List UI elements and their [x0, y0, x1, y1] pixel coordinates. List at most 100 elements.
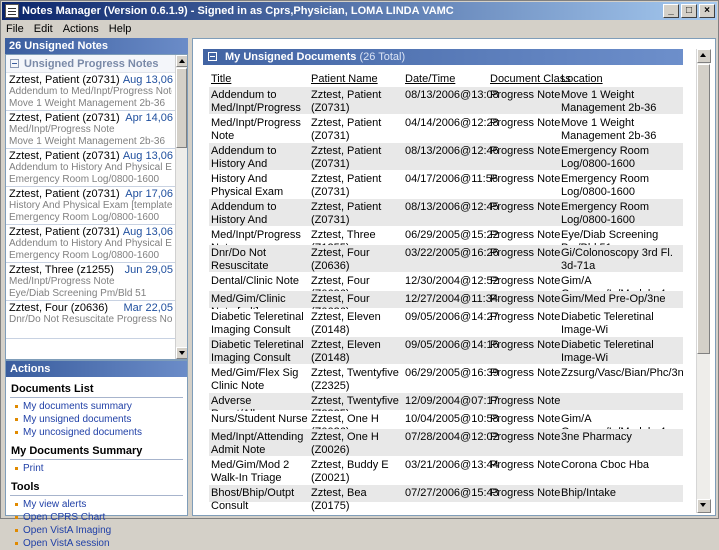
note-title: Addendum to Med/Inpt/Progress Note — [9, 86, 172, 97]
table-row[interactable]: Dental/Clinic NoteZztest, Four (Z0636)12… — [209, 273, 683, 300]
documents-pane: My Unsigned Documents (26 Total) Title P… — [192, 38, 716, 516]
scroll-down-icon[interactable] — [176, 347, 187, 359]
note-date: Apr 14,06 — [125, 112, 173, 124]
note-title: Med/Inpt/Progress Note — [9, 276, 115, 287]
cell-datetime: 07/28/2004@12:02 — [405, 431, 499, 443]
scroll-thumb[interactable] — [176, 68, 187, 148]
maximize-button[interactable]: □ — [681, 4, 697, 18]
group-header[interactable]: Unsigned Progress Notes — [6, 55, 187, 73]
cell-class: Progress Note — [490, 201, 561, 213]
table-row[interactable]: Bhost/Bhip/Outpt Consult Zztest, Bea (Z01… — [209, 485, 683, 512]
menu-file[interactable]: File — [6, 23, 24, 35]
action-link[interactable]: Open VistA session — [6, 537, 187, 550]
documents-table: Title Patient Name Date/Time Document Cl… — [203, 65, 683, 513]
table-row[interactable]: Diabetic Teleretinal Imaging Consult Zzte… — [209, 337, 683, 365]
note-location: Emergency Room Log/0800-1600 — [9, 250, 160, 261]
note-date: Aug 13,06 — [122, 226, 173, 238]
note-title: Addendum to History And Physical Exam [t… — [9, 162, 172, 173]
cell-location: Move 1 Weight Management 2b-36 — [561, 117, 657, 142]
col-location-header[interactable]: Location — [561, 73, 603, 85]
cell-datetime: 07/27/2006@15:43 — [405, 487, 499, 499]
col-datetime-header[interactable]: Date/Time — [405, 73, 455, 85]
table-row[interactable]: Addendum to History And Physical Exam [t… — [209, 199, 683, 252]
menu-help[interactable]: Help — [109, 23, 132, 35]
table-body: Addendum to Med/Inpt/Progress NoteZztest… — [209, 87, 683, 512]
cell-title: Med/Gim/Flex Sig Clinic Note — [211, 367, 299, 392]
col-class-header[interactable]: Document Class — [490, 73, 571, 85]
table-row[interactable]: Med/Inpt/Progress Note Zztest, Patient (Z… — [209, 115, 683, 143]
scroll-up-icon[interactable] — [697, 49, 711, 63]
scroll-down-icon[interactable] — [697, 499, 711, 513]
col-patient-header[interactable]: Patient Name — [311, 73, 378, 85]
bullet-icon — [15, 542, 18, 545]
close-button[interactable]: × — [699, 4, 715, 18]
cell-datetime: 03/22/2005@16:26 — [405, 247, 499, 259]
scroll-thumb[interactable] — [697, 64, 710, 354]
list-item[interactable]: Zztest, Patient (z0731) Apr 14,06 Med/Inpt… — [6, 111, 175, 149]
cell-title: Bhost/Bhip/Outpt Consult — [211, 487, 295, 512]
cell-patient: Zztest, Patient (Z0731) — [311, 173, 382, 198]
action-link[interactable]: My unsigned documents — [6, 413, 187, 426]
group-label: Unsigned Progress Notes — [24, 57, 159, 70]
cell-datetime: 04/17/2006@11:56 — [405, 173, 498, 185]
notes-scrollbar[interactable] — [175, 55, 187, 359]
scroll-up-icon[interactable] — [176, 55, 187, 67]
list-item[interactable]: Zztest, Patient (z0731) Aug 13,06 Addendum… — [6, 73, 175, 111]
table-row[interactable]: Diabetic Teleretinal Imaging Consult Zzte… — [209, 309, 683, 337]
list-item[interactable]: Zztest, Three (z1255) Jun 29,05 Med/Inpt/P… — [6, 263, 175, 301]
actions-header: Actions — [6, 361, 187, 377]
section-divider — [10, 397, 183, 398]
title-bar[interactable]: Notes Manager (Version 0.6.1.9) - Signed… — [2, 2, 717, 20]
list-item[interactable]: Zztest, Patient (z0731) Apr 17,06 History … — [6, 187, 175, 225]
collapse-icon[interactable] — [208, 52, 217, 61]
table-row[interactable]: History And Physical Exam [template]Zzte… — [209, 171, 683, 211]
cell-datetime: 09/05/2006@14:27 — [405, 311, 499, 323]
col-title-header[interactable]: Title — [211, 73, 231, 85]
action-link[interactable]: Open CPRS Chart — [6, 511, 187, 524]
action-link[interactable]: My documents summary — [6, 400, 187, 413]
cell-class: Progress Note — [490, 395, 561, 407]
cell-location: Emergency Room Log/0800-1600 — [561, 145, 650, 170]
action-link[interactable]: Open VistA Imaging — [6, 524, 187, 537]
cell-title: Nurs/Student Nurse — [211, 413, 308, 425]
table-row[interactable]: Addendum to Med/Inpt/Progress NoteZztest… — [209, 87, 683, 127]
table-row[interactable]: Adverse React/AllergyZztest, Twentyfive … — [209, 393, 683, 420]
action-link[interactable]: My view alerts — [6, 498, 187, 511]
table-row[interactable]: Addendum to History And Physical Exam [t… — [209, 143, 683, 196]
note-title: Dnr/Do Not Resuscitate Progress Note — [9, 314, 172, 325]
table-row[interactable]: Med/Gim/Clinic Note [pdt]Zztest, Four (Z… — [209, 291, 683, 318]
action-link[interactable]: My uncosigned documents — [6, 426, 187, 439]
table-header: Title Patient Name Date/Time Document Cl… — [209, 73, 683, 87]
documents-scrollbar[interactable] — [696, 49, 711, 513]
cell-class: Progress Note — [490, 89, 561, 101]
cell-title: Med/Inpt/Attending Admit Note — [211, 431, 304, 456]
cell-location: Zzsurg/Vasc/Bian/Phc/3nw — [561, 367, 683, 379]
list-item[interactable]: Zztest, Patient (z0731) Aug 13,06 Addendum… — [6, 225, 175, 263]
table-row[interactable]: Dnr/Do Not Resuscitate Progress NoteZzte… — [209, 245, 683, 285]
cell-title: Diabetic Teleretinal Imaging Consult — [211, 311, 304, 336]
table-row[interactable]: Med/Inpt/Attending Admit Note Zztest, One… — [209, 429, 683, 457]
menu-edit[interactable]: Edit — [34, 23, 53, 35]
note-location: Eye/Diab Screening Pm/Bld 51 — [9, 288, 147, 299]
unsigned-notes-list: Unsigned Progress Notes Zztest, Patient … — [5, 54, 188, 360]
section-title: Tools — [11, 481, 40, 493]
table-row[interactable]: Med/Gim/Flex Sig Clinic Note Zztest, Twen… — [209, 365, 683, 393]
list-item[interactable]: Zztest, Four (z0636) Mar 22,05 Dnr/Do Not … — [6, 301, 175, 339]
cell-class: Progress Note — [490, 459, 561, 471]
list-item[interactable]: Zztest, Patient (z0731) Aug 13,06 Addendum… — [6, 149, 175, 187]
table-row[interactable]: Med/Gim/Mod 2 Walk-In Triage Zztest, Budd… — [209, 457, 683, 485]
left-pane: 26 Unsigned Notes Unsigned Progress Note… — [5, 38, 188, 549]
window-title: Notes Manager (Version 0.6.1.9) - Signed… — [22, 5, 454, 17]
action-link-label: My documents summary — [23, 401, 132, 412]
minimize-button[interactable]: _ — [663, 4, 679, 18]
documents-count: (26 Total) — [359, 51, 406, 63]
table-row[interactable]: Med/Inpt/Progress NoteZztest, Three (Z12… — [209, 227, 683, 254]
bullet-icon — [15, 467, 18, 470]
collapse-icon[interactable] — [10, 59, 19, 68]
cell-patient: Zztest, Bea (Z0175) — [311, 487, 367, 512]
table-row[interactable]: Nurs/Student NurseZztest, One H (Z0026)1… — [209, 411, 683, 438]
cell-patient: Zztest, Patient (Z0731) — [311, 201, 382, 226]
action-link[interactable]: Print — [6, 462, 187, 475]
menu-actions[interactable]: Actions — [63, 23, 99, 35]
cell-class: Progress Note — [490, 487, 561, 499]
